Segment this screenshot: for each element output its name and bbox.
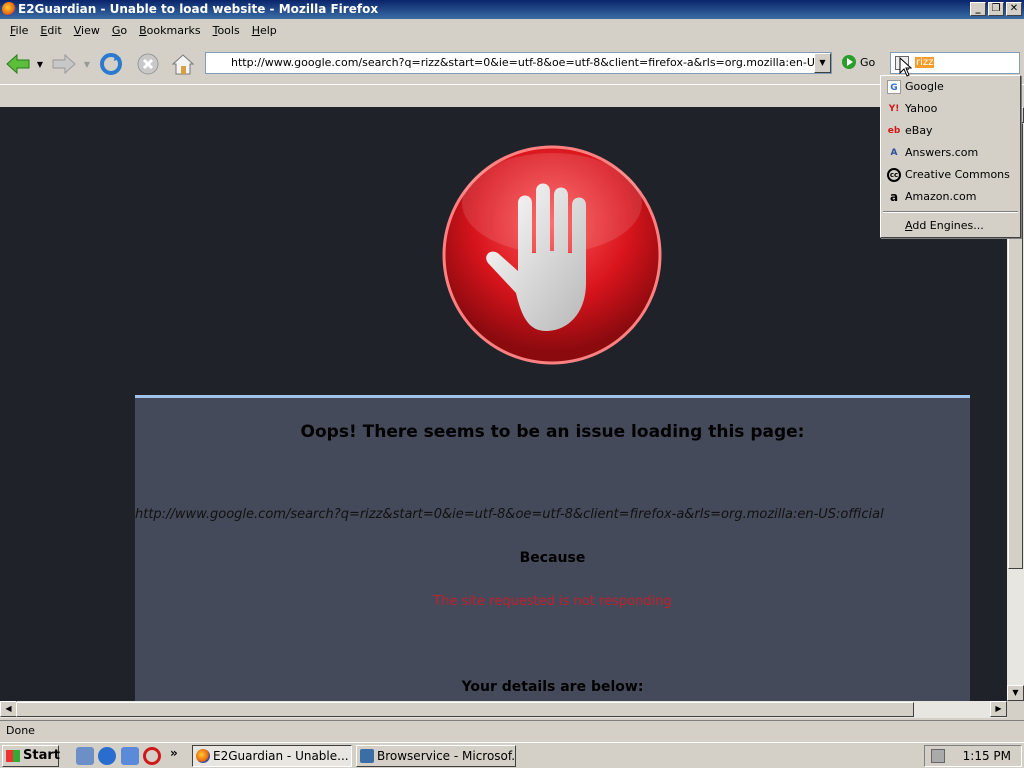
yahoo-icon: Y! [888, 104, 900, 114]
window-title: E2Guardian - Unable to load website - Mo… [18, 2, 379, 16]
home-icon [171, 54, 195, 75]
engine-item-creative-commons[interactable]: cc Creative Commons [881, 164, 1020, 186]
blocked-url: http://www.google.com/search?q=rizz&star… [135, 507, 884, 522]
search-engine-menu: G Google Y! Yahoo eb eBay A Answers.com … [880, 75, 1021, 238]
menu-tools[interactable]: Tools [207, 22, 246, 42]
because-label: Because [519, 550, 586, 566]
block-reason: The site requested is not responding [433, 594, 672, 609]
bookmarks-toolbar [0, 84, 1024, 106]
stop-button[interactable] [134, 50, 162, 78]
engine-label: Google [905, 80, 944, 93]
windows-logo-icon [6, 750, 20, 762]
engine-label: Answers.com [905, 146, 979, 159]
clock: 1:15 PM [962, 749, 1011, 763]
internet-explorer-icon[interactable] [98, 747, 116, 765]
back-button[interactable] [4, 50, 32, 78]
show-desktop-icon[interactable] [76, 747, 94, 765]
menu-bar: File Edit View Go Bookmarks Tools Help [0, 22, 1024, 42]
engine-item-amazon[interactable]: a Amazon.com [881, 186, 1020, 208]
taskbar: Start » E2Guardian - Unable... Browservi… [0, 742, 1024, 768]
home-button[interactable] [169, 50, 197, 78]
menu-edit[interactable]: Edit [34, 22, 67, 42]
error-panel: Oops! There seems to be an issue loading… [135, 395, 970, 701]
menu-go[interactable]: Go [106, 22, 133, 42]
firefox-icon [2, 2, 16, 16]
search-value: rizz [915, 57, 935, 68]
engine-item-yahoo[interactable]: Y! Yahoo [881, 98, 1020, 120]
engine-item-google[interactable]: G Google [881, 76, 1020, 98]
engine-label: Creative Commons [905, 168, 1010, 181]
engine-item-answers[interactable]: A Answers.com [881, 142, 1020, 164]
page-content: Oops! There seems to be an issue loading… [0, 107, 1007, 701]
maximize-button[interactable]: ❐ [988, 2, 1004, 16]
tray-app-icon[interactable] [931, 749, 945, 763]
close-button[interactable]: ✕ [1006, 2, 1022, 16]
mouse-cursor-icon [899, 57, 913, 77]
start-button[interactable]: Start [2, 745, 60, 767]
engine-label: Yahoo [905, 102, 938, 115]
minimize-button[interactable]: _ [970, 2, 986, 16]
system-tray: 1:15 PM [924, 745, 1022, 767]
url-input[interactable]: http://www.google.com/search?q=rizz&star… [205, 52, 832, 74]
opera-icon[interactable] [143, 747, 161, 765]
go-label: Go [860, 55, 876, 69]
stop-hand-icon [442, 145, 662, 365]
status-text: Done [6, 724, 35, 737]
firefox-icon [196, 749, 210, 763]
menu-separator [883, 211, 1018, 213]
taskbar-item-browservice[interactable]: Browservice - Microsof... [356, 745, 516, 767]
go-arrow-icon [842, 55, 856, 69]
forward-history-dropdown[interactable]: ▼ [80, 50, 94, 78]
horizontal-scroll-thumb[interactable] [16, 702, 914, 717]
engine-label: Amazon.com [905, 190, 977, 203]
menu-view[interactable]: View [68, 22, 106, 42]
forward-button[interactable] [50, 50, 78, 78]
menu-bookmarks[interactable]: Bookmarks [133, 22, 206, 42]
start-label: Start [23, 748, 60, 763]
add-engines-item[interactable]: Add Engines... [881, 216, 1020, 238]
go-button[interactable]: Go [842, 55, 875, 69]
error-heading: Oops! There seems to be an issue loading… [300, 422, 805, 442]
scroll-down-arrow[interactable]: ▼ [1007, 685, 1024, 701]
scroll-left-arrow[interactable]: ◀ [0, 701, 17, 717]
scroll-right-arrow[interactable]: ▶ [990, 701, 1007, 717]
task-label: E2Guardian - Unable... [213, 749, 349, 763]
engine-label: eBay [905, 124, 933, 137]
details-heading: Your details are below: [461, 679, 644, 695]
menu-help[interactable]: Help [246, 22, 283, 42]
status-bar: Done [0, 720, 1024, 740]
google-icon: G [887, 80, 901, 94]
back-history-dropdown[interactable]: ▼ [33, 50, 47, 78]
forward-arrow-icon [52, 53, 76, 75]
creative-commons-icon: cc [887, 168, 901, 182]
window-icon [360, 749, 374, 763]
taskbar-item-firefox[interactable]: E2Guardian - Unable... [192, 745, 352, 767]
stop-icon [137, 53, 159, 75]
window-title-bar[interactable]: E2Guardian - Unable to load website - Mo… [0, 0, 1024, 19]
task-label: Browservice - Microsof... [377, 749, 516, 763]
ebay-icon: eb [887, 126, 901, 136]
reload-button[interactable] [97, 50, 125, 78]
amazon-icon: a [889, 190, 899, 204]
answers-icon: A [890, 148, 898, 158]
quicklaunch-overflow[interactable]: » [170, 746, 178, 760]
engine-item-ebay[interactable]: eb eBay [881, 120, 1020, 142]
url-history-dropdown[interactable]: ▼ [814, 53, 831, 73]
menu-file[interactable]: File [4, 22, 34, 42]
network-icon[interactable] [121, 747, 139, 765]
back-arrow-icon [6, 53, 30, 75]
reload-icon [100, 53, 122, 75]
